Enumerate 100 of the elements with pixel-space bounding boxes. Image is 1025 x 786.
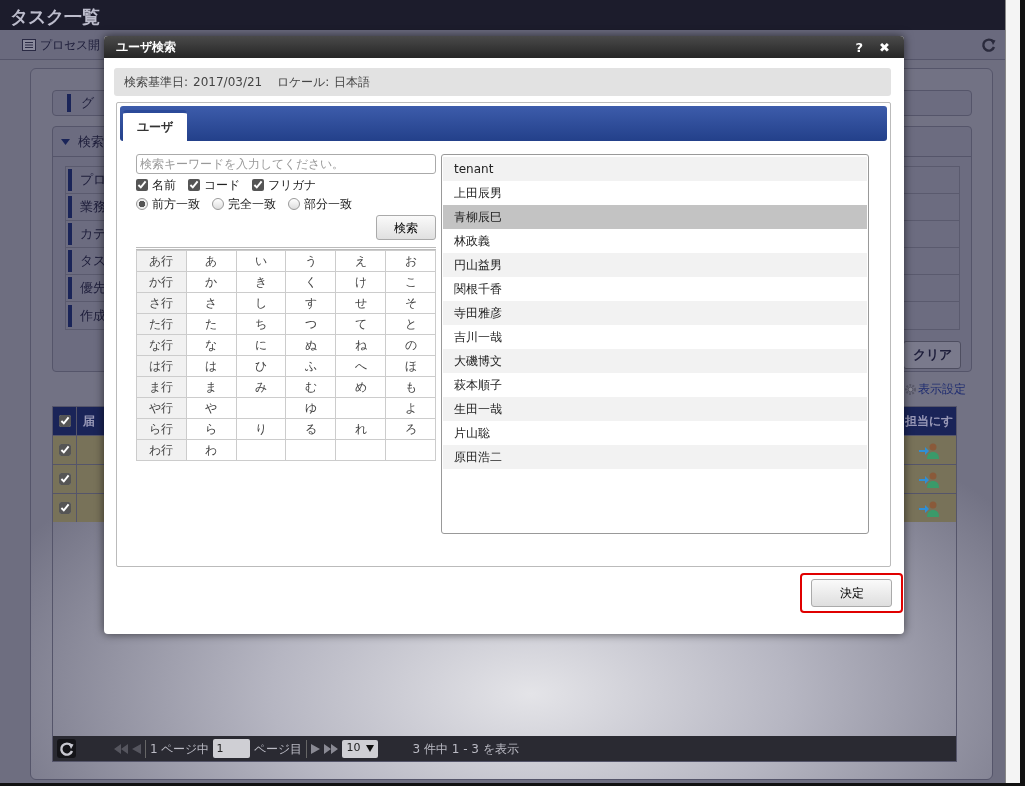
kana-cell[interactable]: み — [236, 376, 286, 398]
checkbox[interactable] — [58, 502, 71, 514]
kana-row-label[interactable]: た行 — [136, 313, 187, 335]
kana-row-label[interactable]: さ行 — [136, 292, 187, 314]
kana-cell[interactable]: も — [385, 376, 436, 398]
kana-row-label[interactable]: か行 — [136, 271, 187, 293]
kana-cell[interactable]: ち — [236, 313, 286, 335]
kana-cell[interactable]: れ — [335, 418, 386, 440]
column-header: 担当にす — [905, 413, 953, 430]
kana-cell[interactable]: こ — [385, 271, 436, 293]
kana-cell[interactable]: る — [286, 418, 336, 440]
user-list-item[interactable]: 青柳辰巳 — [443, 205, 867, 229]
kana-cell[interactable]: し — [236, 292, 286, 314]
kana-cell[interactable]: ふ — [286, 355, 336, 377]
kana-cell[interactable]: つ — [286, 313, 336, 335]
kana-cell[interactable]: ゆ — [286, 397, 336, 419]
kana-cell[interactable]: ぬ — [286, 334, 336, 356]
kana-cell[interactable]: う — [286, 250, 336, 272]
kana-cell[interactable]: さ — [186, 292, 237, 314]
page-title: タスク一覧 — [0, 0, 1005, 30]
date-label: 検索基準日: — [124, 74, 189, 91]
kana-cell[interactable]: は — [186, 355, 237, 377]
keyword-field[interactable]: 検索キーワードを入力してください。 — [136, 154, 436, 174]
checkbox-label: 名前 — [152, 177, 176, 194]
user-list-item[interactable]: 片山聡 — [443, 421, 867, 445]
next-page-icon[interactable] — [311, 743, 321, 754]
kana-cell[interactable]: や — [186, 397, 237, 419]
page-input[interactable]: 1 — [213, 739, 251, 758]
kana-cell[interactable]: そ — [385, 292, 436, 314]
radio-button[interactable] — [288, 198, 300, 210]
kana-cell[interactable]: な — [186, 334, 237, 356]
kana-cell[interactable]: め — [335, 376, 386, 398]
search-button[interactable]: 検索 — [376, 215, 436, 240]
kana-cell[interactable]: く — [286, 271, 336, 293]
refresh-icon — [58, 740, 75, 757]
kana-cell[interactable]: か — [186, 271, 237, 293]
checkbox[interactable] — [58, 444, 71, 456]
kana-cell[interactable]: き — [236, 271, 286, 293]
clear-button[interactable]: クリア — [903, 341, 961, 369]
kana-cell[interactable]: へ — [335, 355, 386, 377]
kana-cell[interactable]: い — [236, 250, 286, 272]
kana-row-label[interactable]: は行 — [136, 355, 187, 377]
checkbox[interactable] — [252, 179, 264, 191]
kana-cell[interactable]: え — [335, 250, 386, 272]
user-list-item[interactable]: 生田一哉 — [443, 397, 867, 421]
user-list-item[interactable]: 原田浩二 — [443, 445, 867, 469]
result-summary: 3 件中 1 - 3 を表示 — [412, 740, 519, 758]
kana-row-label[interactable]: ら行 — [136, 418, 187, 440]
ok-button[interactable]: 決定 — [811, 579, 892, 607]
kana-cell[interactable]: た — [186, 313, 237, 335]
kana-row-label[interactable]: な行 — [136, 334, 187, 356]
user-list-item[interactable]: 関根千香 — [443, 277, 867, 301]
user-list-item[interactable]: 上田辰男 — [443, 181, 867, 205]
kana-cell[interactable]: わ — [186, 439, 237, 461]
tab[interactable]: ユーザ — [123, 110, 187, 141]
close-button[interactable]: ✖ — [875, 40, 894, 54]
kana-row-label[interactable]: あ行 — [136, 250, 187, 272]
kana-cell[interactable]: に — [236, 334, 286, 356]
kana-row-label[interactable]: や行 — [136, 397, 187, 419]
kana-cell[interactable]: あ — [186, 250, 237, 272]
kana-cell[interactable]: ね — [335, 334, 386, 356]
kana-cell[interactable]: す — [286, 292, 336, 314]
kana-cell[interactable]: ま — [186, 376, 237, 398]
kana-cell[interactable]: り — [236, 418, 286, 440]
radio-button[interactable] — [136, 198, 148, 210]
radio-button[interactable] — [212, 198, 224, 210]
kana-cell[interactable]: け — [335, 271, 386, 293]
last-page-icon[interactable] — [324, 743, 339, 754]
kana-cell[interactable]: ら — [186, 418, 237, 440]
date-value: 2017/03/21 — [193, 74, 263, 91]
kana-cell[interactable]: の — [385, 334, 436, 356]
kana-cell[interactable]: ほ — [385, 355, 436, 377]
kana-cell[interactable]: て — [335, 313, 386, 335]
condition-label: タス — [80, 252, 106, 271]
user-list-item[interactable]: 林政義 — [443, 229, 867, 253]
kana-cell[interactable]: よ — [385, 397, 436, 419]
checkbox[interactable] — [58, 415, 71, 427]
kana-cell[interactable]: ひ — [236, 355, 286, 377]
kana-cell[interactable]: と — [385, 313, 436, 335]
kana-cell[interactable]: せ — [335, 292, 386, 314]
help-button[interactable]: ? — [851, 40, 868, 54]
user-list-item[interactable]: 萩本順子 — [443, 373, 867, 397]
checkbox[interactable] — [58, 473, 71, 485]
page-size-select[interactable]: 10 — [342, 739, 379, 758]
kana-cell[interactable]: ろ — [385, 418, 436, 440]
checkbox[interactable] — [188, 179, 200, 191]
user-list-item[interactable]: tenant — [443, 157, 867, 181]
refresh-icon[interactable] — [981, 36, 997, 53]
kana-row-label[interactable]: ま行 — [136, 376, 187, 398]
checkbox[interactable] — [136, 179, 148, 191]
kana-cell[interactable]: む — [286, 376, 336, 398]
kana-row-label[interactable]: わ行 — [136, 439, 187, 461]
refresh-button[interactable] — [57, 739, 76, 758]
collapse-triangle-icon[interactable] — [61, 137, 70, 146]
user-list-item[interactable]: 円山益男 — [443, 253, 867, 277]
user-list-item[interactable]: 大磯博文 — [443, 349, 867, 373]
checkbox-label: フリガナ — [268, 177, 316, 194]
kana-cell[interactable]: お — [385, 250, 436, 272]
user-list-item[interactable]: 寺田雅彦 — [443, 301, 867, 325]
user-list-item[interactable]: 吉川一哉 — [443, 325, 867, 349]
